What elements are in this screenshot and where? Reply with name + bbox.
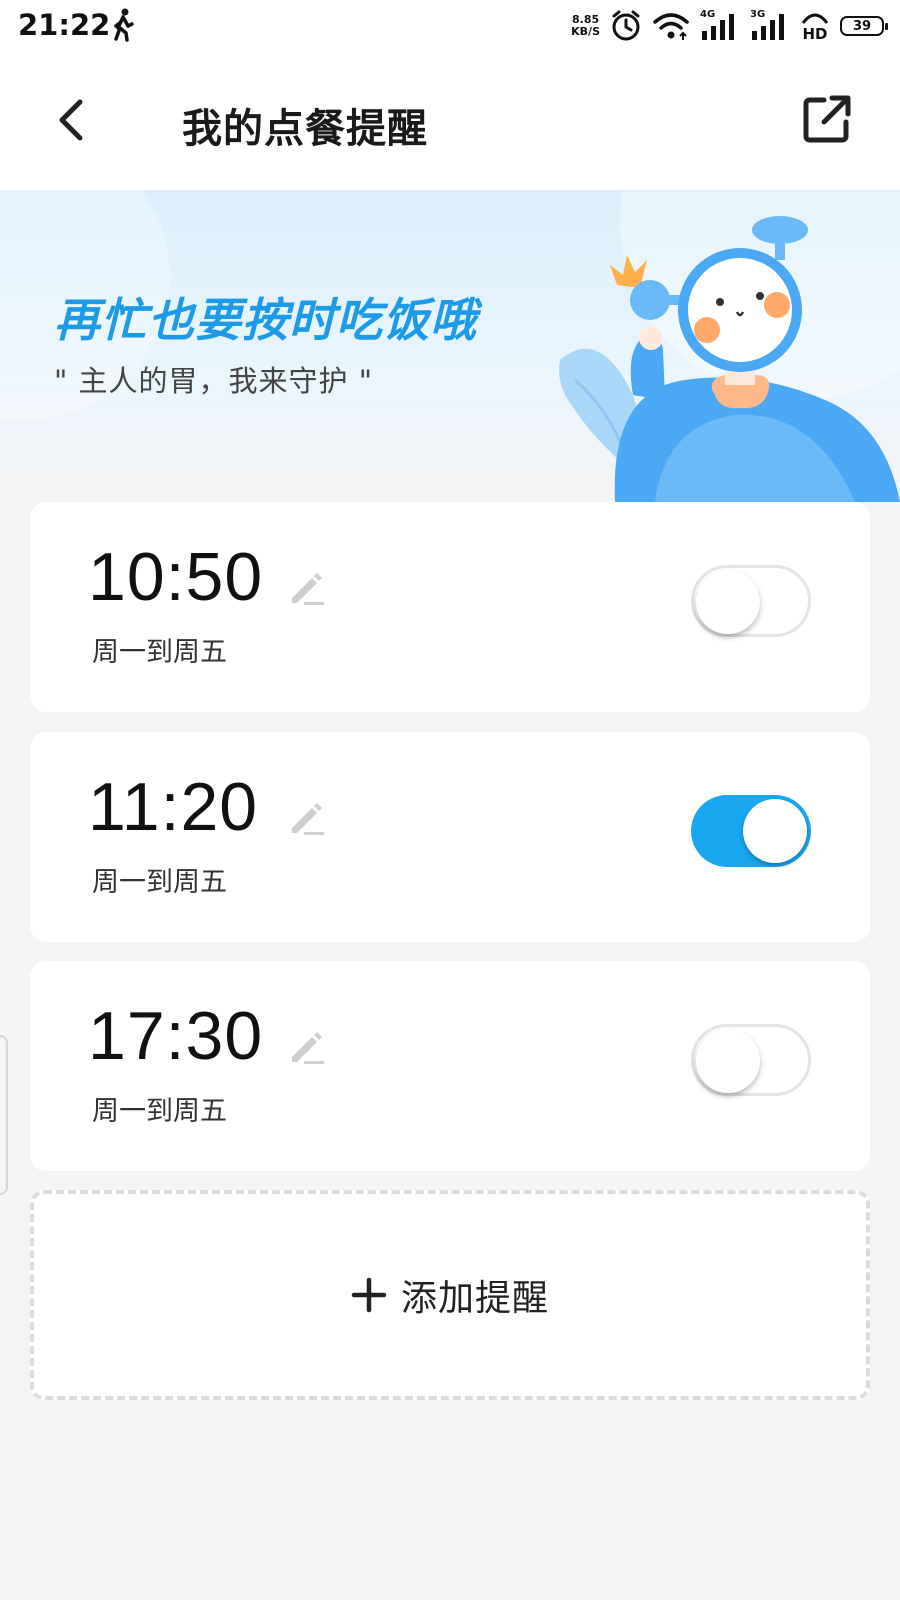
walk-icon xyxy=(114,8,134,42)
signal-icon-2: 3G xyxy=(750,9,790,41)
reminder-toggle[interactable] xyxy=(691,565,811,637)
battery-icon: 39 xyxy=(840,16,888,36)
reminder-repeat: 周一到周五 xyxy=(92,637,227,668)
reminder-repeat: 周一到周五 xyxy=(92,1096,227,1127)
page-title: 我的点餐提醒 xyxy=(182,106,428,152)
toggle-knob xyxy=(696,570,760,634)
reminder-repeat: 周一到周五 xyxy=(92,867,227,898)
toggle-knob xyxy=(743,799,807,863)
network-speed: 8.85 KB/S xyxy=(571,13,600,38)
status-bar: 21:22 8.85 KB/S 4G 3G HD 39 xyxy=(0,0,900,52)
signal-icon: 4G xyxy=(700,9,740,41)
banner-subtitle: " 主人的胃，我来守护 " xyxy=(54,364,374,398)
wifi-icon xyxy=(653,13,689,40)
app-header: 我的点餐提醒 xyxy=(0,52,900,190)
banner: 再忙也要按时吃饭哦 " 主人的胃，我来守护 " xyxy=(0,190,900,502)
hd-call-icon: HD xyxy=(800,11,830,42)
reminder-card[interactable]: 17:30 周一到周五 xyxy=(30,961,870,1171)
reminder-toggle[interactable] xyxy=(691,1024,811,1096)
reminder-time[interactable]: 17:30 xyxy=(88,997,263,1075)
edit-icon[interactable] xyxy=(286,798,326,838)
add-reminder-button[interactable]: 添加提醒 xyxy=(30,1190,870,1400)
add-reminder-label: 添加提醒 xyxy=(400,1278,549,1319)
reminder-time[interactable]: 10:50 xyxy=(88,538,263,616)
status-time: 21:22 xyxy=(18,8,111,42)
banner-title: 再忙也要按时吃饭哦 xyxy=(54,293,477,347)
plus-icon xyxy=(351,1277,387,1313)
alarm-clock-mascot-illustration xyxy=(559,216,900,502)
edit-icon[interactable] xyxy=(286,1027,326,1067)
share-icon[interactable] xyxy=(800,92,854,146)
reminder-time[interactable]: 11:20 xyxy=(88,768,258,846)
back-icon[interactable] xyxy=(50,90,94,150)
alarm-icon xyxy=(612,10,640,41)
side-drawer-handle[interactable] xyxy=(0,1035,8,1195)
edit-icon[interactable] xyxy=(286,568,326,608)
toggle-knob xyxy=(696,1029,760,1093)
reminder-toggle[interactable] xyxy=(691,795,811,867)
reminder-card[interactable]: 10:50 周一到周五 xyxy=(30,502,870,712)
reminder-card[interactable]: 11:20 周一到周五 xyxy=(30,732,870,942)
